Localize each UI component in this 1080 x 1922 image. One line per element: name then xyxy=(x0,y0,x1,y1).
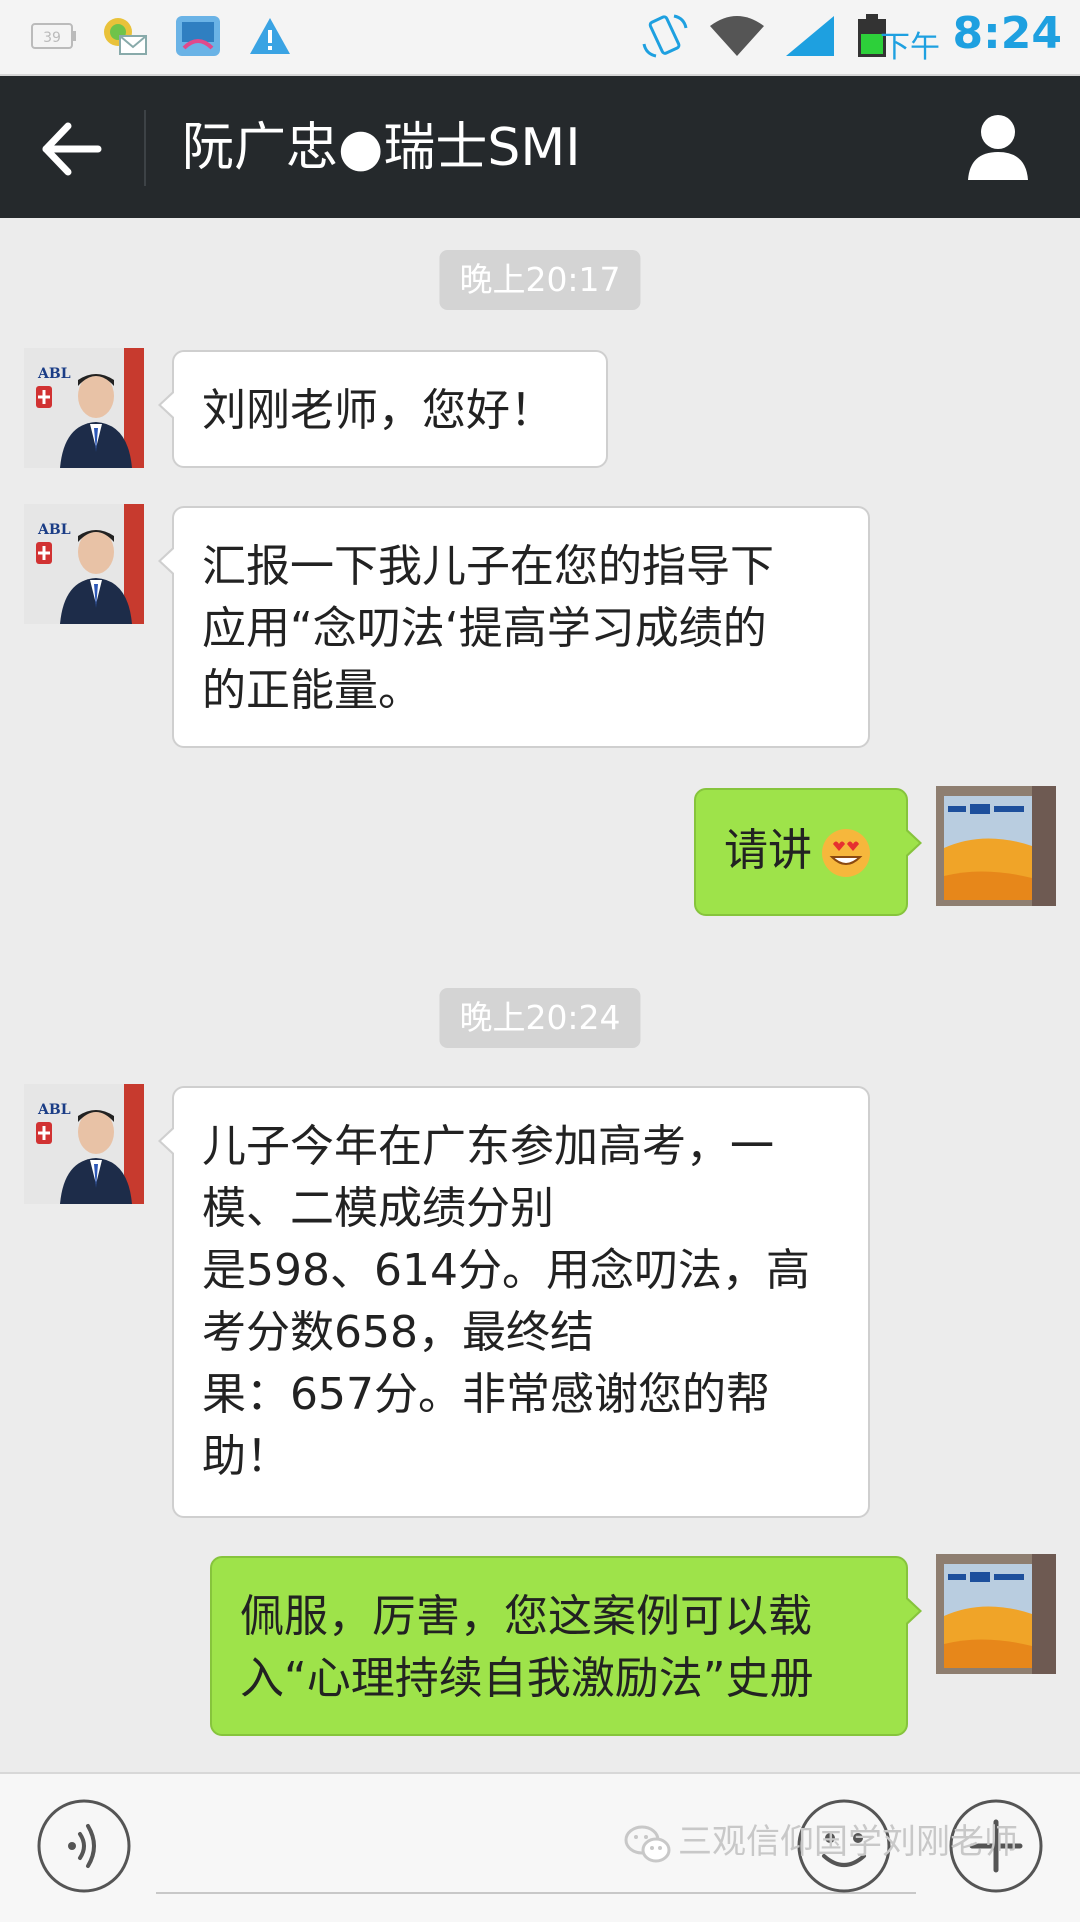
voice-input-button[interactable] xyxy=(36,1798,132,1894)
watermark: 三观信仰国学刘刚老师 xyxy=(624,1814,1018,1864)
message-line: 儿子今年在广东参加高考，一 xyxy=(202,1121,774,1172)
my-avatar-image xyxy=(936,1554,1056,1674)
message-line: 果：657分。非常感谢您的帮 xyxy=(202,1369,770,1420)
wechat-logo-icon xyxy=(624,1825,671,1862)
sent-message[interactable]: 佩服，厉害，您这案例可以载 入“心理持续自我激励法”史册 xyxy=(210,1556,922,1736)
heart-eyes-emoji-icon xyxy=(822,829,870,877)
voice-icon xyxy=(37,1799,131,1893)
my-avatar-image xyxy=(936,786,1056,906)
message-line: 应用“念叨法‘提高学习成绩的 xyxy=(202,603,767,654)
avatar[interactable]: ABL xyxy=(24,348,144,468)
message-line: 是598、614分。用念叨法，高 xyxy=(202,1245,810,1296)
message-line: 汇报一下我儿子在您的指导下 xyxy=(202,541,774,592)
chat-input-bar: 三观信仰国学刘刚老师 xyxy=(0,1772,1080,1922)
warning-icon xyxy=(250,18,290,54)
chat-title: 阮广忠●瑞士SMI xyxy=(182,118,581,178)
message-text: 刘刚老师，您好！ xyxy=(202,385,554,436)
message-line: 模、二模成绩分别 xyxy=(202,1183,554,1234)
svg-text:ABL: ABL xyxy=(37,1102,71,1118)
app-notification-icon xyxy=(176,16,220,56)
status-bar: 39 下午 8:24 xyxy=(0,0,1080,76)
message-line: 入“心理持续自我激励法”史册 xyxy=(240,1653,814,1704)
received-message[interactable]: 儿子今年在广东参加高考，一 模、二模成绩分别 是598、614分。用念叨法，高 … xyxy=(158,1086,870,1518)
header-divider xyxy=(144,110,146,186)
avatar[interactable]: ABL xyxy=(24,504,144,624)
watermark-text: 三观信仰国学刘刚老师 xyxy=(678,1822,1018,1862)
avatar[interactable] xyxy=(936,786,1056,906)
message-line: 助！ xyxy=(202,1431,290,1482)
chat-header: 阮广忠●瑞士SMI xyxy=(0,76,1080,218)
battery-label: 39 xyxy=(43,30,61,46)
arrow-left-icon xyxy=(42,122,102,176)
message-line: 的正能量。 xyxy=(202,665,422,716)
person-icon xyxy=(968,115,1028,180)
timestamp: 晚上20:17 xyxy=(439,250,641,310)
chat-info-button[interactable] xyxy=(966,112,1030,182)
status-time: 8:24 xyxy=(952,8,1062,59)
message-line: 考分数658，最终结 xyxy=(202,1307,594,1358)
avatar[interactable] xyxy=(936,1554,1056,1674)
sent-message[interactable]: 请讲 xyxy=(694,788,922,916)
sender-avatar-image: ABL xyxy=(24,348,144,468)
svg-text:ABL: ABL xyxy=(37,522,71,538)
avatar[interactable]: ABL xyxy=(24,1084,144,1204)
sender-avatar-image: ABL xyxy=(24,504,144,624)
message-line: 佩服，厉害，您这案例可以载 xyxy=(240,1591,812,1642)
received-message[interactable]: 汇报一下我儿子在您的指导下 应用“念叨法‘提高学习成绩的 的正能量。 xyxy=(158,506,870,748)
svg-text:ABL: ABL xyxy=(37,366,71,382)
received-message[interactable]: 刘刚老师，您好！ xyxy=(158,350,608,468)
sender-avatar-image: ABL xyxy=(24,1084,144,1204)
back-button[interactable] xyxy=(36,116,106,182)
battery-box-icon: 39 xyxy=(31,23,76,49)
signal-icon xyxy=(786,16,834,56)
status-ampm: 下午 xyxy=(880,30,940,65)
timestamp: 晚上20:24 xyxy=(439,988,641,1048)
mail-notification-icon xyxy=(104,18,147,55)
rotate-screen-icon xyxy=(642,14,688,58)
message-text: 请讲 xyxy=(724,825,812,876)
wifi-icon xyxy=(710,16,764,56)
